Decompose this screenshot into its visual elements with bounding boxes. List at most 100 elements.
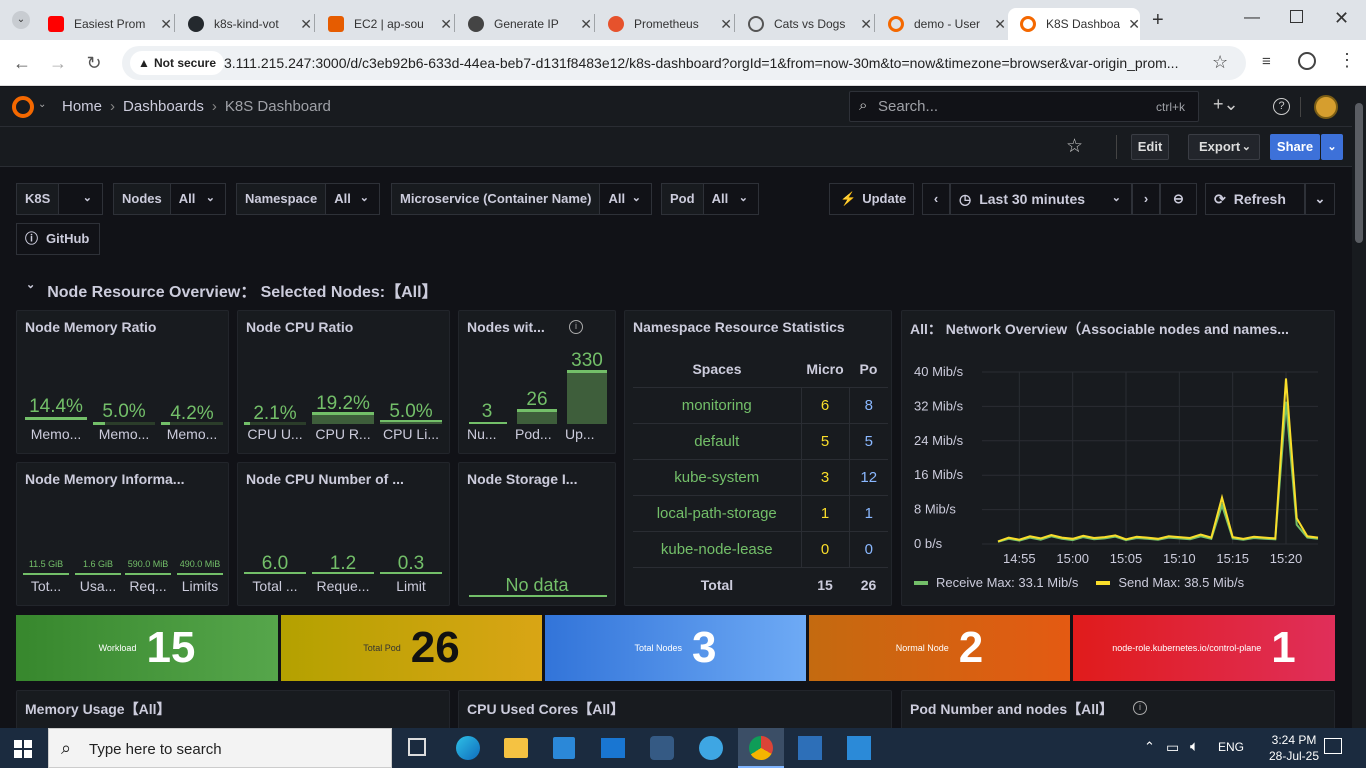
- tab-search-icon[interactable]: ⌄: [12, 11, 30, 29]
- close-icon[interactable]: ✕: [300, 16, 312, 33]
- panel-node-memory-ratio[interactable]: Node Memory Ratio 14.4% Memo... 5.0% Mem…: [16, 310, 229, 454]
- close-icon[interactable]: ✕: [580, 16, 592, 33]
- url-text[interactable]: 3.111.215.247:3000/d/c3eb92b6-633d-44ea-…: [224, 55, 1204, 71]
- update-button[interactable]: ⚡ Update: [829, 183, 914, 215]
- var-nodes[interactable]: Nodes All ⌄: [113, 183, 226, 215]
- time-forward-icon[interactable]: ›: [1132, 183, 1160, 215]
- panel-cpu-used-cores[interactable]: CPU Used Cores【All】: [458, 690, 892, 730]
- help-icon[interactable]: ?: [1273, 98, 1290, 115]
- close-icon[interactable]: ✕: [994, 16, 1006, 33]
- app-icon[interactable]: [699, 736, 723, 760]
- bookmark-star-icon[interactable]: ☆: [1212, 52, 1228, 73]
- add-icon[interactable]: +⌄: [1213, 94, 1239, 115]
- column-header[interactable]: Micro: [801, 351, 849, 388]
- stat-control-plane[interactable]: node-role.kubernetes.io/control-plane 1: [1073, 615, 1335, 681]
- chrome-taskbar-item[interactable]: [738, 728, 784, 768]
- app-icon[interactable]: [847, 736, 871, 760]
- browser-tab[interactable]: Cats vs Dogs ✕: [736, 8, 872, 40]
- zoom-out-icon[interactable]: ⊖: [1160, 183, 1197, 215]
- browser-tab[interactable]: Generate IP ✕: [456, 8, 592, 40]
- app-icon[interactable]: [650, 736, 674, 760]
- scrollbar[interactable]: [1352, 87, 1366, 728]
- menu-kebab-icon[interactable]: ⋮: [1338, 50, 1356, 71]
- var-microservice[interactable]: Microservice (Container Name) All ⌄: [391, 183, 652, 215]
- panel-memory-usage[interactable]: Memory Usage【All】: [16, 690, 450, 730]
- mail-icon[interactable]: [601, 738, 625, 758]
- var-namespace[interactable]: Namespace All ⌄: [236, 183, 380, 215]
- panel-namespace-stats[interactable]: Namespace Resource Statistics Spaces Mic…: [624, 310, 892, 606]
- file-explorer-icon[interactable]: [504, 738, 528, 758]
- stat-total-nodes[interactable]: Total Nodes 3: [545, 615, 806, 681]
- breadcrumb-home[interactable]: Home: [62, 98, 102, 115]
- avatar[interactable]: [1314, 95, 1338, 119]
- close-icon[interactable]: ✕: [440, 16, 452, 33]
- var-pod[interactable]: Pod All ⌄: [661, 183, 759, 215]
- edit-button[interactable]: Edit: [1131, 134, 1169, 160]
- browser-tab[interactable]: demo - User ✕: [876, 8, 1006, 40]
- var-k8s[interactable]: K8S ⌄: [16, 183, 103, 215]
- browser-tab[interactable]: k8s-kind-vot ✕: [176, 8, 312, 40]
- time-back-icon[interactable]: ‹: [922, 183, 950, 215]
- reload-icon[interactable]: ↻: [82, 51, 106, 75]
- panel-node-memory-info[interactable]: Node Memory Informa... 11.5 GiB Tot... 1…: [16, 462, 229, 606]
- close-icon[interactable]: ✕: [160, 16, 172, 33]
- refresh-button[interactable]: ⟳ Refresh: [1205, 183, 1305, 215]
- stat-workload[interactable]: Workload 15: [16, 615, 278, 681]
- panel-node-cpu-ratio[interactable]: Node CPU Ratio 2.1% CPU U... 19.2% CPU R…: [237, 310, 450, 454]
- stat-total-pod[interactable]: Total Pod 26: [281, 615, 542, 681]
- share-dropdown-icon[interactable]: ⌄: [1321, 134, 1343, 160]
- maximize-icon[interactable]: [1290, 10, 1303, 23]
- column-header[interactable]: Spaces: [633, 351, 801, 388]
- minimize-icon[interactable]: —: [1244, 9, 1260, 27]
- search-input[interactable]: ⌕ Search... ctrl+k: [849, 91, 1199, 122]
- taskbar-search[interactable]: ⌕ Type here to search: [48, 728, 392, 768]
- close-window-icon[interactable]: ✕: [1334, 8, 1349, 29]
- row-header[interactable]: ⌄ Node Resource Overview： Selected Nodes…: [26, 278, 438, 302]
- task-view-icon[interactable]: [408, 738, 426, 756]
- legend-send[interactable]: Send Max: 38.5 Mib/s: [1118, 575, 1244, 590]
- panel-node-storage[interactable]: Node Storage I... No data: [458, 462, 616, 606]
- close-icon[interactable]: ✕: [720, 16, 732, 33]
- browser-tab[interactable]: EC2 | ap-sou ✕: [316, 8, 452, 40]
- stat-normal-node[interactable]: Normal Node 2: [809, 615, 1070, 681]
- grafana-logo-icon[interactable]: [12, 96, 34, 118]
- export-button[interactable]: Export ⌄: [1188, 134, 1260, 160]
- notification-icon[interactable]: [1324, 738, 1342, 754]
- network-icon[interactable]: ▭: [1166, 739, 1179, 756]
- panel-node-cpu-number[interactable]: Node CPU Number of ... 6.0 Total ... 1.2…: [237, 462, 450, 606]
- network-chart[interactable]: 0 b/s 8 Mib/s 16 Mib/s 24 Mib/s 32 Mib/s 40 M…: [902, 351, 1334, 571]
- close-icon[interactable]: ✕: [860, 16, 872, 33]
- language-indicator[interactable]: ENG: [1218, 740, 1244, 754]
- back-icon[interactable]: ←: [10, 51, 34, 75]
- close-icon[interactable]: ✕: [1128, 16, 1140, 33]
- new-tab-icon[interactable]: +: [1152, 9, 1164, 32]
- browser-tab[interactable]: Easiest Prom ✕: [36, 8, 172, 40]
- browser-tab[interactable]: Prometheus ✕: [596, 8, 732, 40]
- windows-start-icon[interactable]: [14, 740, 32, 758]
- url-bar[interactable]: ▲ Not secure 3.111.215.247:3000/d/c3eb92b…: [122, 46, 1246, 80]
- scrollbar-thumb[interactable]: [1355, 103, 1363, 243]
- browser-tab-active[interactable]: K8S Dashboa ✕: [1008, 8, 1140, 40]
- github-link[interactable]: ⓘ GitHub: [16, 223, 100, 255]
- clock[interactable]: 3:24 PM 28-Jul-25: [1268, 732, 1320, 764]
- profile-icon[interactable]: [1298, 52, 1316, 70]
- tray-chevron-icon[interactable]: ⌃: [1144, 739, 1155, 755]
- star-icon[interactable]: ☆: [1066, 135, 1083, 158]
- legend-receive[interactable]: Receive Max: 33.1 Mib/s: [936, 575, 1078, 590]
- panel-nodes-with[interactable]: Nodes wit... i 3 Nu... 26 Pod... 330 Up.…: [458, 310, 616, 454]
- not-secure-badge[interactable]: ▲ Not secure: [130, 51, 225, 75]
- panel-network-overview[interactable]: All： Network Overview（Associable nodes a…: [901, 310, 1335, 606]
- panel-pod-number[interactable]: Pod Number and nodes【All】 i: [901, 690, 1335, 730]
- media-control-icon[interactable]: ≡: [1262, 53, 1271, 70]
- time-picker[interactable]: ◷ Last 30 minutes ⌄: [950, 183, 1132, 215]
- refresh-interval-dropdown[interactable]: ⌄: [1305, 183, 1335, 215]
- info-icon[interactable]: i: [569, 320, 583, 334]
- edge-icon[interactable]: [456, 736, 480, 760]
- forward-icon[interactable]: →: [46, 51, 70, 75]
- store-icon[interactable]: [553, 737, 575, 759]
- chevron-down-icon[interactable]: ⌄: [38, 99, 46, 110]
- info-icon[interactable]: i: [1133, 701, 1147, 715]
- share-button[interactable]: Share: [1270, 134, 1320, 160]
- breadcrumb-dashboards[interactable]: Dashboards: [123, 98, 204, 115]
- column-header[interactable]: Po: [849, 351, 888, 388]
